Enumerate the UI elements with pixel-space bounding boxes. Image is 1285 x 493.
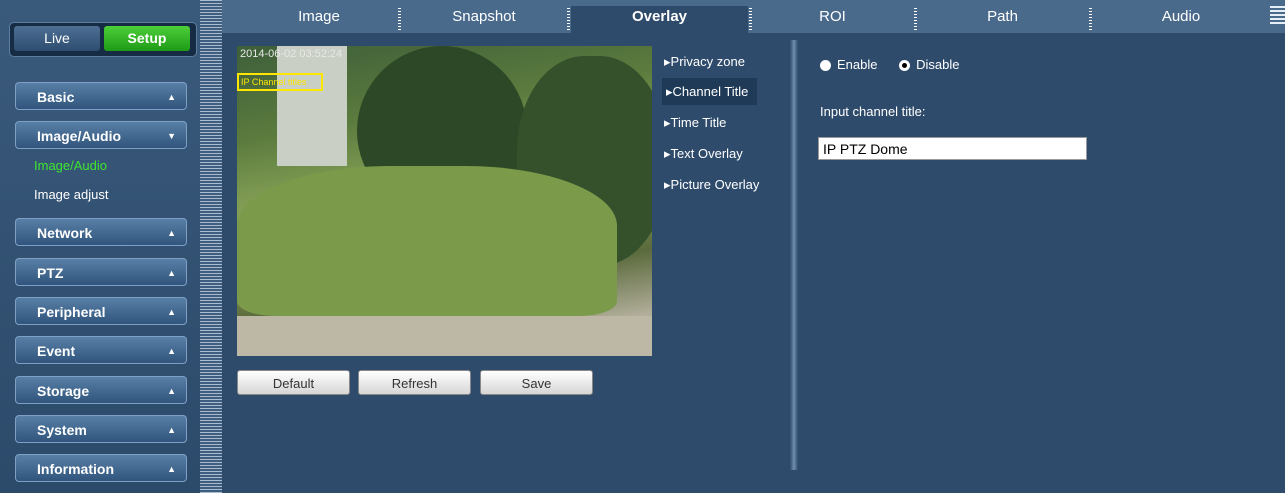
vertical-divider bbox=[790, 40, 798, 470]
tab-path[interactable]: Path bbox=[918, 6, 1087, 33]
nav-peripheral[interactable]: Peripheral ▲ bbox=[15, 297, 187, 325]
video-preview[interactable]: 2014-06-02 03:52:24 IP Channel titles bbox=[237, 46, 652, 356]
nav-network-label: Network bbox=[37, 225, 93, 241]
enable-radio[interactable] bbox=[820, 60, 831, 72]
chevron-up-icon: ▲ bbox=[167, 307, 176, 317]
nav-storage-label: Storage bbox=[37, 383, 90, 399]
tab-bar: Image Snapshot Overlay ROI Path Audio bbox=[222, 0, 1285, 33]
tab-separator bbox=[914, 8, 917, 30]
live-tab[interactable]: Live bbox=[14, 26, 100, 51]
channel-title-label: Input channel title: bbox=[820, 104, 926, 119]
nav-event[interactable]: Event ▲ bbox=[15, 336, 187, 364]
channel-title-region[interactable]: IP Channel titles bbox=[237, 73, 323, 91]
nav-information-label: Information bbox=[37, 461, 114, 477]
mode-switch: Live Setup bbox=[9, 22, 197, 57]
refresh-button[interactable]: Refresh bbox=[358, 370, 471, 395]
nav-information[interactable]: Information ▲ bbox=[15, 454, 187, 482]
nav-network[interactable]: Network ▲ bbox=[15, 218, 187, 246]
chevron-up-icon: ▲ bbox=[167, 92, 176, 102]
nav-image-audio[interactable]: Image/Audio ▼ bbox=[15, 121, 187, 149]
tab-audio[interactable]: Audio bbox=[1093, 6, 1269, 33]
enable-radio-group: Enable Disable bbox=[820, 57, 959, 72]
nav-peripheral-label: Peripheral bbox=[37, 304, 106, 320]
chevron-down-icon: ▼ bbox=[167, 131, 176, 141]
chevron-up-icon: ▲ bbox=[167, 268, 176, 278]
submenu-privacy-zone[interactable]: ▸Privacy zone bbox=[664, 54, 745, 70]
nav-image-audio-label: Image/Audio bbox=[37, 128, 122, 144]
setup-tab[interactable]: Setup bbox=[104, 26, 190, 51]
submenu-time-title[interactable]: ▸Time Title bbox=[664, 115, 726, 131]
menu-grip-icon[interactable] bbox=[1270, 6, 1285, 26]
tab-separator bbox=[1089, 8, 1092, 30]
chevron-up-icon: ▲ bbox=[167, 425, 176, 435]
tab-separator bbox=[398, 8, 401, 30]
sidebar: Live Setup Basic ▲ Image/Audio ▼ Image/A… bbox=[0, 0, 200, 493]
nav-basic[interactable]: Basic ▲ bbox=[15, 82, 187, 110]
enable-label: Enable bbox=[837, 57, 878, 72]
default-button[interactable]: Default bbox=[237, 370, 350, 395]
preview-timestamp: 2014-06-02 03:52:24 bbox=[240, 48, 343, 60]
subnav-image-adjust[interactable]: Image adjust bbox=[34, 187, 108, 202]
channel-title-input[interactable] bbox=[818, 137, 1087, 160]
nav-basic-label: Basic bbox=[37, 89, 75, 105]
chevron-up-icon: ▲ bbox=[167, 228, 176, 238]
nav-ptz[interactable]: PTZ ▲ bbox=[15, 258, 187, 286]
tab-separator bbox=[567, 8, 570, 30]
nav-event-label: Event bbox=[37, 343, 76, 359]
tab-snapshot[interactable]: Snapshot bbox=[402, 6, 566, 33]
panel-splitter[interactable] bbox=[200, 0, 222, 493]
disable-radio[interactable] bbox=[899, 60, 911, 72]
chevron-up-icon: ▲ bbox=[167, 386, 176, 396]
tab-roi[interactable]: ROI bbox=[753, 6, 912, 33]
chevron-up-icon: ▲ bbox=[167, 464, 176, 474]
submenu-text-overlay[interactable]: ▸Text Overlay bbox=[664, 146, 743, 162]
submenu-channel-title[interactable]: ▸Channel Title bbox=[662, 78, 757, 105]
nav-system[interactable]: System ▲ bbox=[15, 415, 187, 443]
nav-system-label: System bbox=[37, 422, 87, 438]
tab-image[interactable]: Image bbox=[240, 6, 398, 33]
nav-ptz-label: PTZ bbox=[37, 265, 64, 281]
disable-label: Disable bbox=[916, 57, 960, 72]
nav-storage[interactable]: Storage ▲ bbox=[15, 376, 187, 404]
save-button[interactable]: Save bbox=[480, 370, 593, 395]
subnav-image-audio[interactable]: Image/Audio bbox=[34, 158, 107, 173]
preview-scene bbox=[237, 316, 652, 356]
chevron-up-icon: ▲ bbox=[167, 346, 176, 356]
tab-overlay[interactable]: Overlay bbox=[571, 6, 748, 33]
preview-scene bbox=[277, 46, 347, 166]
preview-scene bbox=[237, 166, 617, 316]
tab-separator bbox=[749, 8, 752, 30]
submenu-picture-overlay[interactable]: ▸Picture Overlay bbox=[664, 177, 759, 193]
